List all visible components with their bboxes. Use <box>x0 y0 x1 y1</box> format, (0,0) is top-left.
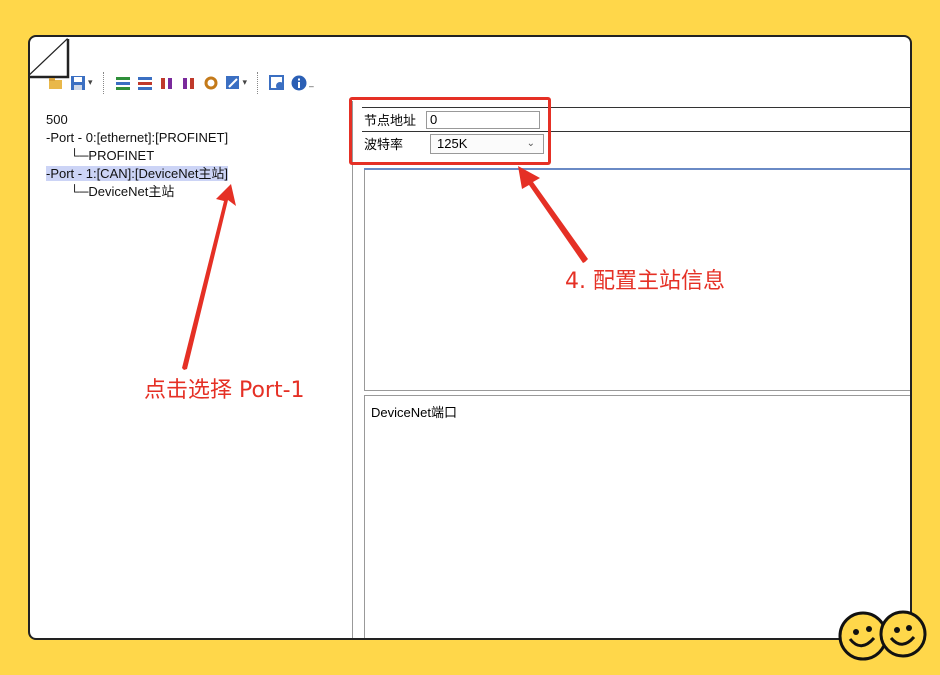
info-icon[interactable] <box>291 75 307 91</box>
toolbar-overflow-icon[interactable]: ▾ <box>88 78 93 88</box>
toolbar-overflow-icon[interactable]: _ <box>309 78 314 88</box>
tree-item-devicenet-master[interactable]: └─DeviceNet主站 <box>46 183 366 201</box>
device-tree: 500 -Port - 0:[ethernet]:[PROFINET] └─PR… <box>46 111 366 201</box>
remove-module-icon[interactable] <box>137 75 153 91</box>
tree-root[interactable]: 500 <box>46 111 366 129</box>
tree-item-profinet[interactable]: └─PROFINET <box>46 147 366 165</box>
annotation-configure-master: 4. 配置主站信息 <box>565 269 725 294</box>
save-icon[interactable] <box>70 75 86 91</box>
tree-item-port-0[interactable]: -Port - 0:[ethernet]:[PROFINET] <box>46 129 366 147</box>
open-folder-icon[interactable] <box>48 75 64 91</box>
description-text: DeviceNet端口 <box>371 405 457 420</box>
property-pane: 节点地址 0 波特率 125K ⌄ DeviceNet端口 <box>352 101 910 638</box>
download-icon[interactable] <box>181 75 197 91</box>
smiley-icon <box>838 610 927 661</box>
edit-icon[interactable] <box>225 75 241 91</box>
toolbar: ▾ ▾ _ <box>48 65 910 101</box>
description-area: DeviceNet端口 <box>364 395 910 638</box>
annotation-select-port: 点击选择 Port-1 <box>144 378 305 403</box>
toolbar-separator <box>257 72 259 94</box>
toolbar-overflow-icon[interactable]: ▾ <box>243 78 248 88</box>
add-module-icon[interactable] <box>115 75 131 91</box>
tree-item-port-1-label[interactable]: -Port - 1:[CAN]:[DeviceNet主站] <box>46 166 229 181</box>
settings-gear-icon[interactable] <box>203 75 219 91</box>
upload-icon[interactable] <box>159 75 175 91</box>
toolbar-separator <box>102 72 105 94</box>
tree-item-port-1[interactable]: -Port - 1:[CAN]:[DeviceNet主站] <box>46 165 366 183</box>
diagnostics-icon[interactable] <box>269 75 285 91</box>
highlight-box <box>349 97 551 165</box>
